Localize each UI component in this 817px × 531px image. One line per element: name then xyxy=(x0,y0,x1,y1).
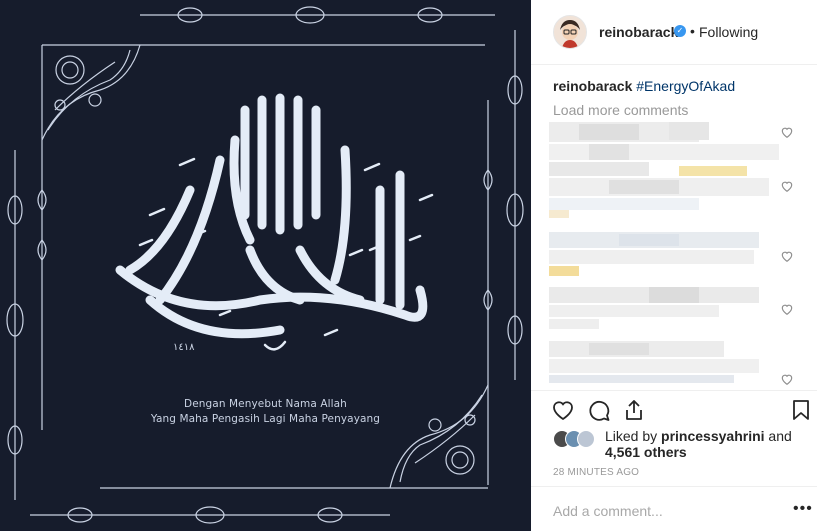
comment-like-heart-icon[interactable] xyxy=(780,249,794,263)
comment-input[interactable]: Add a comment... xyxy=(553,503,663,519)
comment-like-heart-icon[interactable] xyxy=(780,372,794,386)
calligraphy-year: ١٤١٨ xyxy=(173,342,195,353)
likes-section: Liked by princessyahrini and 4,561 others xyxy=(553,428,813,462)
comment-icon[interactable] xyxy=(587,398,611,422)
post-header: reinobarack ✓ • Following xyxy=(531,0,817,64)
liked-by-text: Liked by princessyahrini and 4,561 others xyxy=(605,428,815,460)
comments-divider xyxy=(531,390,817,391)
avatar[interactable] xyxy=(553,15,587,49)
post-timestamp[interactable]: 28 MINUTES AGO xyxy=(553,467,639,478)
avatar-icon xyxy=(554,16,586,48)
image-caption-line-2: Yang Maha Pengasih Lagi Maha Penyayang xyxy=(150,413,381,425)
load-more-comments-button[interactable]: Load more comments xyxy=(553,102,688,118)
comment-like-heart-icon[interactable] xyxy=(780,125,794,139)
share-icon[interactable] xyxy=(622,398,646,422)
post-image[interactable]: ١٤١٨ Dengan Menyebut Nama Allah Yang Mah… xyxy=(0,0,531,531)
list-item xyxy=(549,122,781,178)
header-username[interactable]: reinobarack xyxy=(599,24,678,40)
like-count[interactable]: 4,561 others xyxy=(605,444,687,460)
ornamental-frame xyxy=(6,6,524,524)
caption-username[interactable]: reinobarack xyxy=(553,78,632,94)
list-item xyxy=(549,178,781,220)
post-caption: reinobarack #EnergyOfAkad xyxy=(553,78,735,94)
action-bar xyxy=(531,392,817,428)
bookmark-icon[interactable] xyxy=(789,398,813,422)
liker-username[interactable]: princessyahrini xyxy=(661,428,765,444)
heart-icon[interactable] xyxy=(551,398,575,422)
list-item xyxy=(549,341,781,385)
header-separator: • xyxy=(690,23,695,39)
comment-like-heart-icon[interactable] xyxy=(780,179,794,193)
more-options-button[interactable]: ••• xyxy=(793,500,813,518)
header-divider xyxy=(531,64,817,65)
comment-box-divider xyxy=(531,486,817,487)
image-caption-line-1: Dengan Menyebut Nama Allah xyxy=(184,398,347,410)
list-item xyxy=(549,287,781,331)
liked-by-and: and xyxy=(764,428,792,444)
calligraphy-art xyxy=(115,93,428,339)
comment-like-heart-icon[interactable] xyxy=(780,302,794,316)
post-sidebar: reinobarack ✓ • Following reinobarack #E… xyxy=(531,0,817,531)
caption-hashtag[interactable]: #EnergyOfAkad xyxy=(636,78,735,94)
liker-avatar[interactable] xyxy=(577,430,595,448)
list-item xyxy=(549,232,781,276)
verified-badge-icon: ✓ xyxy=(674,25,686,37)
following-button[interactable]: Following xyxy=(699,24,758,40)
liked-by-prefix: Liked by xyxy=(605,428,662,444)
